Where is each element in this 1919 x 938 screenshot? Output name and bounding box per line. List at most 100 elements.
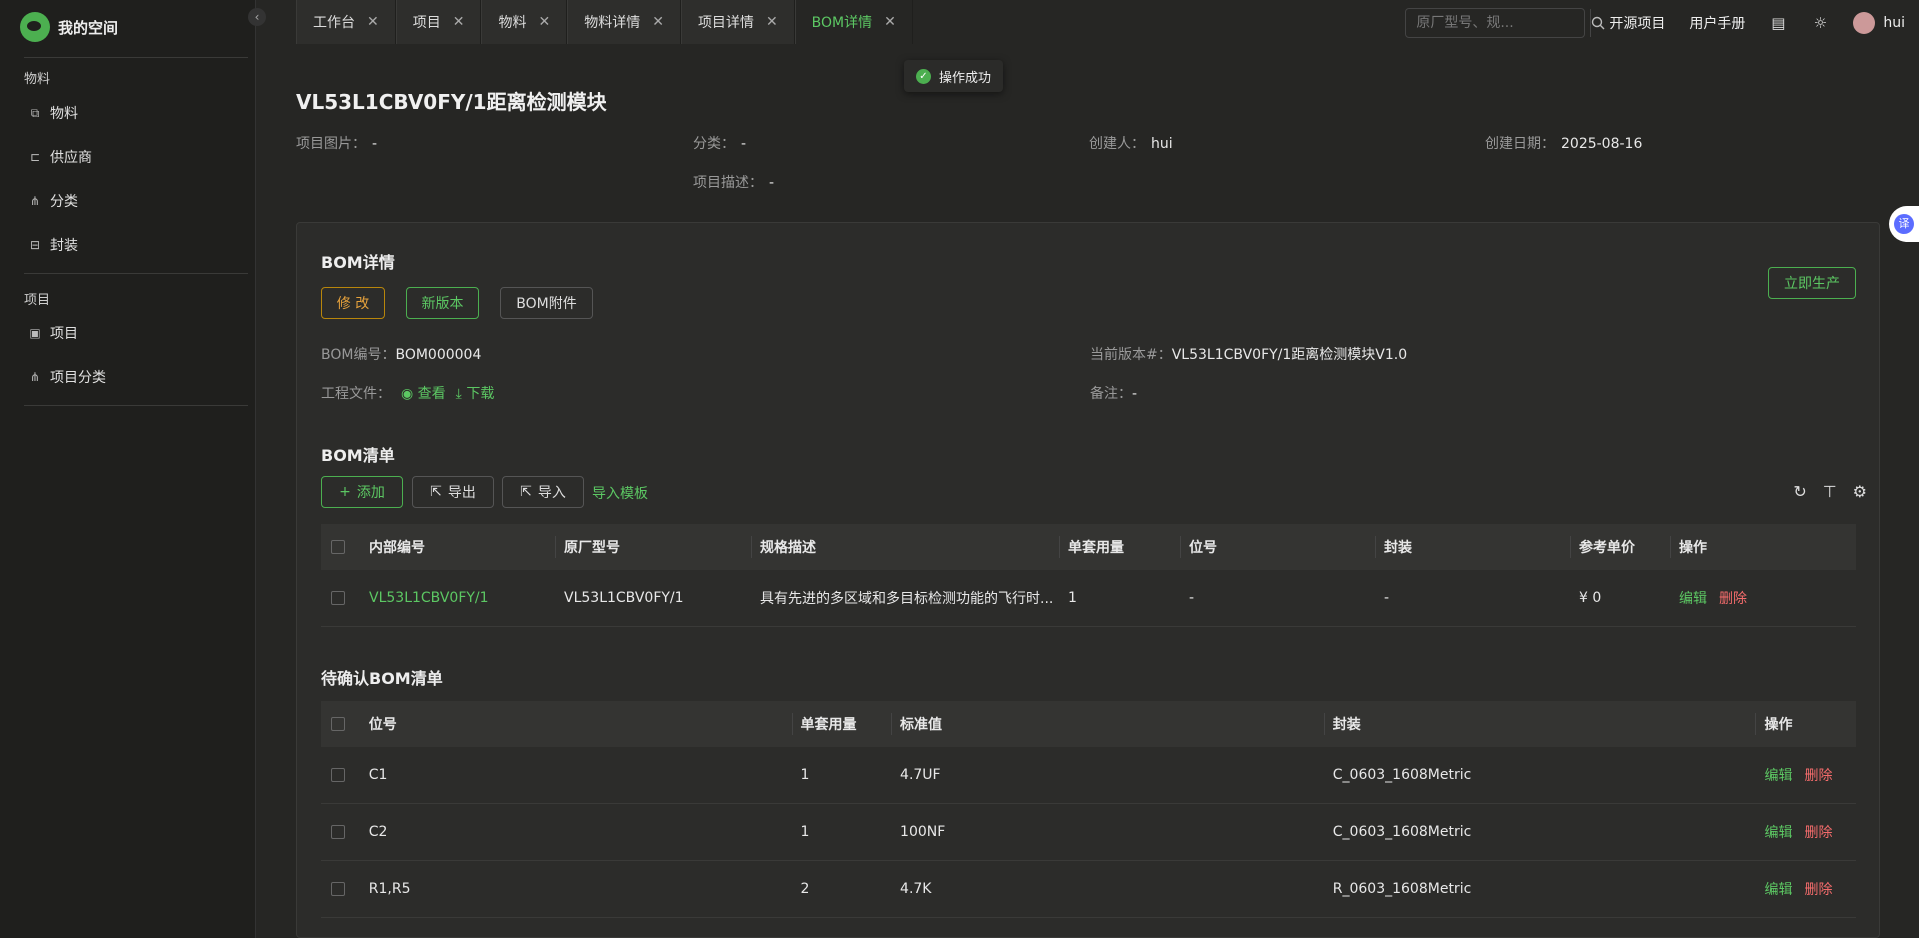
table-row: C1 1 4.7UF C_0603_1608Metric 编辑 删除	[321, 747, 1856, 804]
translate-widget[interactable]: 译	[1889, 206, 1919, 242]
delete-link[interactable]: 删除	[1805, 822, 1833, 842]
actions-cell: 编辑 删除	[1757, 804, 1857, 860]
close-icon[interactable]: ✕	[453, 14, 465, 30]
select-all-checkbox[interactable]	[331, 717, 345, 731]
meta-label: 分类：	[693, 136, 735, 152]
select-all-checkbox[interactable]	[331, 540, 345, 554]
search-input[interactable]	[1406, 9, 1591, 37]
close-icon[interactable]: ✕	[367, 14, 379, 30]
user-manual-link[interactable]: 用户手册	[1689, 13, 1745, 33]
sidebar-item-category[interactable]: ⋔ 分类	[28, 186, 238, 216]
package-icon: ⊟	[29, 238, 41, 252]
close-icon[interactable]: ✕	[884, 14, 896, 30]
table-row: R1,R5 2 4.7K R_0603_1608Metric 编辑 删除	[321, 861, 1856, 918]
sidebar-item-supplier[interactable]: ⊏ 供应商	[28, 142, 238, 172]
tab-material[interactable]: 物料 ✕	[481, 0, 568, 44]
sidebar-group-project: 项目	[24, 293, 51, 308]
density-icon[interactable]: ⊤	[1823, 482, 1837, 501]
tab-project-detail[interactable]: 项目详情 ✕	[680, 0, 795, 44]
new-version-button[interactable]: 新版本	[406, 287, 479, 319]
sidebar-item-label: 项目分类	[50, 370, 106, 386]
collapse-sidebar-button[interactable]: ‹	[248, 8, 266, 26]
layout-icon[interactable]: ▤	[1769, 14, 1787, 32]
column-header[interactable]: 封装	[1376, 536, 1571, 558]
download-file-link[interactable]: ⤓ 下载	[456, 383, 495, 403]
tab-project[interactable]: 项目 ✕	[395, 0, 482, 44]
chevron-left-icon: ‹	[254, 10, 260, 24]
column-header[interactable]: 规格描述	[752, 536, 1060, 558]
column-header[interactable]: 内部编号	[361, 536, 556, 558]
column-header[interactable]: 单套用量	[793, 713, 893, 735]
sidebar-item-package[interactable]: ⊟ 封装	[28, 230, 238, 260]
sidebar-item-project[interactable]: ▣ 项目	[28, 318, 238, 348]
bom-attachment-button[interactable]: BOM附件	[500, 287, 593, 319]
close-icon[interactable]: ✕	[538, 14, 550, 30]
sidebar-item-material[interactable]: ⧉ 物料	[28, 98, 238, 128]
sidebar-item-label: 封装	[50, 238, 78, 254]
sidebar-group-material: 物料	[24, 72, 51, 87]
success-toast: ✓ 操作成功	[904, 60, 1004, 92]
column-header[interactable]: 标准值	[892, 713, 1325, 735]
refresh-icon[interactable]: ↻	[1793, 482, 1806, 501]
open-source-link[interactable]: 开源项目	[1609, 13, 1665, 33]
sidebar-item-project-category[interactable]: ⋔ 项目分类	[28, 362, 238, 392]
value-cell: 100NF	[900, 824, 946, 840]
theme-sun-icon[interactable]: ☼	[1811, 14, 1829, 32]
avatar[interactable]	[1853, 12, 1876, 34]
creator-meta: 创建人： hui	[1089, 133, 1173, 153]
edit-link[interactable]: 编辑	[1765, 765, 1793, 785]
close-icon[interactable]: ✕	[652, 14, 664, 30]
row-select-cell	[321, 570, 361, 626]
tab-material-detail[interactable]: 物料详情 ✕	[567, 0, 681, 44]
column-header[interactable]: 参考单价	[1571, 536, 1671, 558]
delete-link[interactable]: 删除	[1805, 879, 1833, 899]
column-header[interactable]: 位号	[361, 713, 793, 735]
row-checkbox[interactable]	[331, 882, 345, 896]
toast-text: 操作成功	[939, 70, 992, 86]
username[interactable]: hui	[1883, 15, 1905, 31]
column-header: 操作	[1679, 540, 1707, 556]
meta-label: 当前版本#：	[1090, 347, 1172, 363]
pending-table-header: 位号 单套用量 标准值 封装 操作	[321, 701, 1856, 747]
column-header[interactable]: 原厂型号	[556, 536, 752, 558]
logo[interactable]: 我的空间	[20, 12, 118, 42]
edit-bom-button[interactable]: 修 改	[321, 287, 385, 319]
row-checkbox[interactable]	[331, 591, 345, 605]
add-button[interactable]: + 添加	[321, 476, 403, 508]
column-header[interactable]: 封装	[1325, 713, 1757, 735]
meta-label: 创建日期：	[1485, 136, 1555, 152]
internal-code-link[interactable]: VL53L1CBV0FY/1	[361, 570, 556, 626]
row-checkbox[interactable]	[331, 768, 345, 782]
project-icon: ▣	[29, 326, 41, 340]
search-button[interactable]	[1590, 9, 1605, 37]
delete-link[interactable]: 删除	[1805, 765, 1833, 785]
edit-link[interactable]: 编辑	[1765, 879, 1793, 899]
close-icon[interactable]: ✕	[766, 14, 778, 30]
package-cell: C_0603_1608Metric	[1332, 824, 1472, 840]
meta-label: 项目图片：	[296, 136, 366, 152]
export-button[interactable]: ⇱ 导出	[412, 476, 494, 508]
package-cell: -	[1384, 590, 1390, 606]
project-category-icon: ⋔	[29, 370, 41, 384]
edit-link[interactable]: 编辑	[1679, 588, 1707, 608]
import-template-link[interactable]: 导入模板	[592, 483, 648, 503]
produce-now-button[interactable]: 立即生产	[1768, 267, 1856, 299]
quantity-cell: 1	[800, 824, 810, 840]
tab-workbench[interactable]: 工作台 ✕	[296, 0, 396, 44]
value-cell: 4.7K	[900, 881, 932, 897]
row-checkbox[interactable]	[331, 825, 345, 839]
tab-bom-detail[interactable]: BOM详情 ✕	[794, 0, 913, 44]
view-file-link[interactable]: ◉ 查看	[401, 383, 446, 403]
delete-link[interactable]: 删除	[1719, 588, 1747, 608]
settings-gear-icon[interactable]: ⚙	[1853, 482, 1867, 501]
page-title: VL53L1CBV0FY/1距离检测模块	[296, 90, 607, 114]
header-actions: 开源项目 用户手册 ▤ ☼ hui	[1405, 8, 1919, 38]
button-label: 导入	[537, 485, 566, 501]
eye-icon: ◉	[401, 386, 414, 402]
sidebar: 我的空间 物料 ⧉ 物料 ⊏ 供应商 ⋔ 分类 ⊟ 封装 项目 ▣ 项目 ⋔ 项…	[0, 0, 256, 938]
column-header[interactable]: 单套用量	[1060, 536, 1181, 558]
column-header: 操作	[1764, 717, 1793, 733]
import-button[interactable]: ⇱ 导入	[502, 476, 584, 508]
column-header[interactable]: 位号	[1181, 536, 1376, 558]
edit-link[interactable]: 编辑	[1765, 822, 1793, 842]
